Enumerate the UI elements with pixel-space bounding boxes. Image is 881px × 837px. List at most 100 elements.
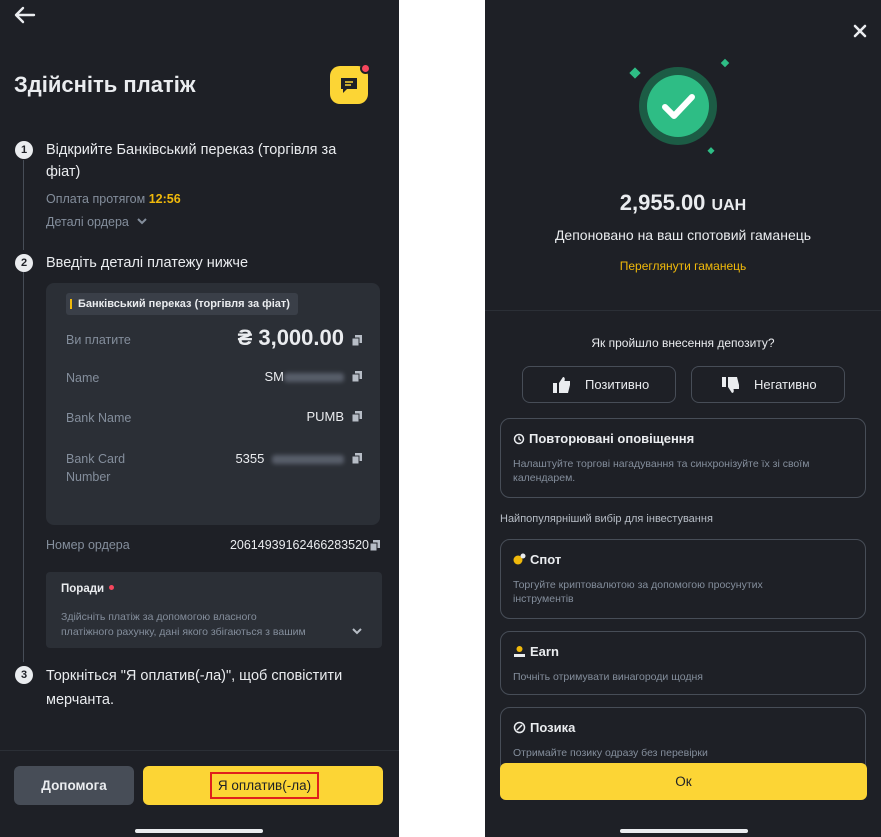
tips-text-line1: Здійсніть платіж за допомогою власного [61, 611, 257, 623]
spot-desc: Торгуйте криптовалютою за допомогою прос… [513, 578, 853, 606]
spot-card[interactable]: Спот Торгуйте криптовалютою за допомогою… [500, 539, 866, 619]
home-indicator [620, 829, 748, 833]
spot-desc-line1: Торгуйте криптовалютою за допомогою прос… [513, 579, 763, 591]
back-arrow-icon[interactable] [14, 6, 36, 24]
chat-icon [341, 78, 357, 93]
copy-icon[interactable] [352, 411, 362, 422]
bank-card-value: 5355 [235, 451, 344, 466]
payment-screen: Здійсніть платіж 1 Відкрийте Банківський… [0, 0, 399, 837]
step-3-line2: мерчанта. [46, 692, 114, 708]
tips-title-text: Поради [61, 583, 105, 595]
earn-title-text: Earn [530, 644, 559, 659]
thumbs-down-icon [722, 377, 739, 393]
name-label: Name [66, 371, 100, 385]
step-2-text: Введіть деталі платежу нижче [46, 255, 249, 271]
copy-icon[interactable] [352, 371, 362, 382]
order-number-value: 20614939162466283520 [229, 538, 369, 552]
payment-details-card: Банківський переказ (торгівля за фіат) В… [46, 283, 380, 525]
deposit-currency: UAH [711, 197, 747, 214]
positive-feedback-label: Позитивно [585, 377, 650, 392]
chat-button[interactable] [330, 63, 371, 104]
spot-title-text: Спот [530, 552, 562, 567]
copy-icon[interactable] [352, 453, 362, 464]
thumbs-up-icon [553, 377, 570, 393]
negative-feedback-button[interactable]: Негативно [691, 366, 845, 403]
spot-title: Спот [513, 552, 561, 567]
section-divider [485, 310, 881, 311]
step-3-text: Торкніться "Я оплатив(-ла)", щоб сповіст… [46, 664, 342, 712]
loan-title-text: Позика [530, 720, 576, 735]
tips-title: Поради [61, 583, 115, 595]
chevron-down-icon [137, 218, 148, 225]
positive-feedback-button[interactable]: Позитивно [522, 366, 676, 403]
paid-button-label: Я оплатив(-ла) [210, 772, 319, 799]
bank-card-label-line1: Bank Card [66, 452, 126, 466]
you-pay-label: Ви платите [66, 333, 131, 347]
view-wallet-link[interactable]: Переглянути гаманець [485, 259, 881, 273]
tips-text-line2: платіжного рахунку, дані якого збігаютьс… [61, 626, 306, 638]
recurring-alerts-title: Повторювані оповіщення [513, 431, 694, 446]
countdown-timer: 12:56 [148, 192, 181, 206]
tips-text: Здійсніть платіж за допомогою власного п… [61, 610, 341, 640]
loan-desc: Отримайте позику одразу без перевірки [513, 747, 708, 759]
earn-icon [514, 646, 525, 657]
step-2-number: 2 [15, 254, 33, 272]
order-number-label: Номер ордера [46, 538, 130, 552]
step-1-number: 1 [15, 141, 33, 159]
deposit-amount: 2,955.00 UAH [485, 190, 881, 216]
tips-panel[interactable]: Поради Здійсніть платіж за допомогою вла… [46, 572, 382, 648]
payment-method-tag: Банківський переказ (торгівля за фіат) [66, 293, 298, 315]
deposit-success-screen: 2,955.00 UAH Депоновано на ваш спотовий … [485, 0, 881, 837]
redacted-text [284, 373, 344, 383]
step-3-number: 3 [15, 666, 33, 684]
step-3-line1: Торкніться "Я оплатив(-ла)", щоб сповіст… [46, 668, 343, 684]
recurring-alerts-card[interactable]: Повторювані оповіщення Налаштуйте торгов… [500, 418, 866, 498]
step-1-line2: фіат) [46, 164, 81, 180]
feedback-question: Як пройшло внесення депозиту? [591, 336, 775, 350]
payment-deadline: Оплата протягом 12:56 [46, 188, 181, 210]
earn-card[interactable]: Earn Почніть отримувати винагороди щодня [500, 631, 866, 695]
payment-deadline-label: Оплата протягом [46, 192, 146, 206]
spot-icon [513, 553, 526, 565]
name-value-text: SM [264, 369, 285, 384]
repeat-icon [513, 433, 525, 445]
timeline-line [23, 160, 24, 250]
notification-dot [360, 63, 371, 74]
bank-name-value: PUMB [306, 409, 344, 424]
page-title: Здійсніть платіж [14, 72, 196, 97]
spot-desc-line2: інструментів [513, 593, 574, 605]
deposit-status-text: Депоновано на ваш спотовий гаманець [554, 227, 812, 243]
tips-alert-dot [109, 584, 115, 590]
deposit-amount-value: 2,955.00 [619, 190, 706, 215]
earn-desc: Почніть отримувати винагороди щодня [513, 671, 703, 683]
chevron-down-icon[interactable] [351, 627, 363, 635]
bank-card-label-line2: Number [66, 470, 111, 484]
paid-button[interactable]: Я оплатив(-ла) [143, 766, 383, 805]
loan-icon [513, 721, 526, 734]
bottom-action-bar: Допомога Я оплатив(-ла) [0, 750, 399, 837]
recurring-alerts-title-text: Повторювані оповіщення [529, 431, 695, 446]
order-details-label: Деталі ордера [46, 215, 129, 229]
recurring-desc-line2: календарем. [513, 472, 576, 484]
timeline-line [23, 272, 24, 662]
pay-amount: ₴ 3,000.00 [237, 325, 344, 350]
recurring-alerts-desc: Налаштуйте торгові нагадування та синхро… [513, 457, 853, 485]
step-1-text: Відкрийте Банківський переказ (торгівля … [46, 139, 336, 183]
copy-icon[interactable] [352, 335, 362, 346]
ok-button[interactable]: Ок [500, 763, 867, 800]
bank-name-label: Bank Name [66, 411, 132, 425]
copy-icon[interactable] [370, 540, 380, 551]
check-circle-icon [629, 58, 730, 155]
step-1-line1: Відкрийте Банківський переказ (торгівля … [46, 142, 337, 158]
bank-card-label: Bank Card Number [66, 450, 125, 486]
name-value: SM [264, 369, 344, 384]
home-indicator [135, 829, 263, 833]
bank-card-value-text: 5355 [235, 451, 265, 466]
negative-feedback-label: Негативно [754, 377, 817, 392]
close-icon[interactable] [853, 24, 867, 38]
order-details-toggle[interactable]: Деталі ордера [46, 211, 148, 233]
loan-title: Позика [513, 720, 575, 735]
help-button[interactable]: Допомога [14, 766, 134, 805]
earn-title: Earn [513, 644, 559, 659]
recurring-desc-line1: Налаштуйте торгові нагадування та синхро… [513, 458, 810, 470]
